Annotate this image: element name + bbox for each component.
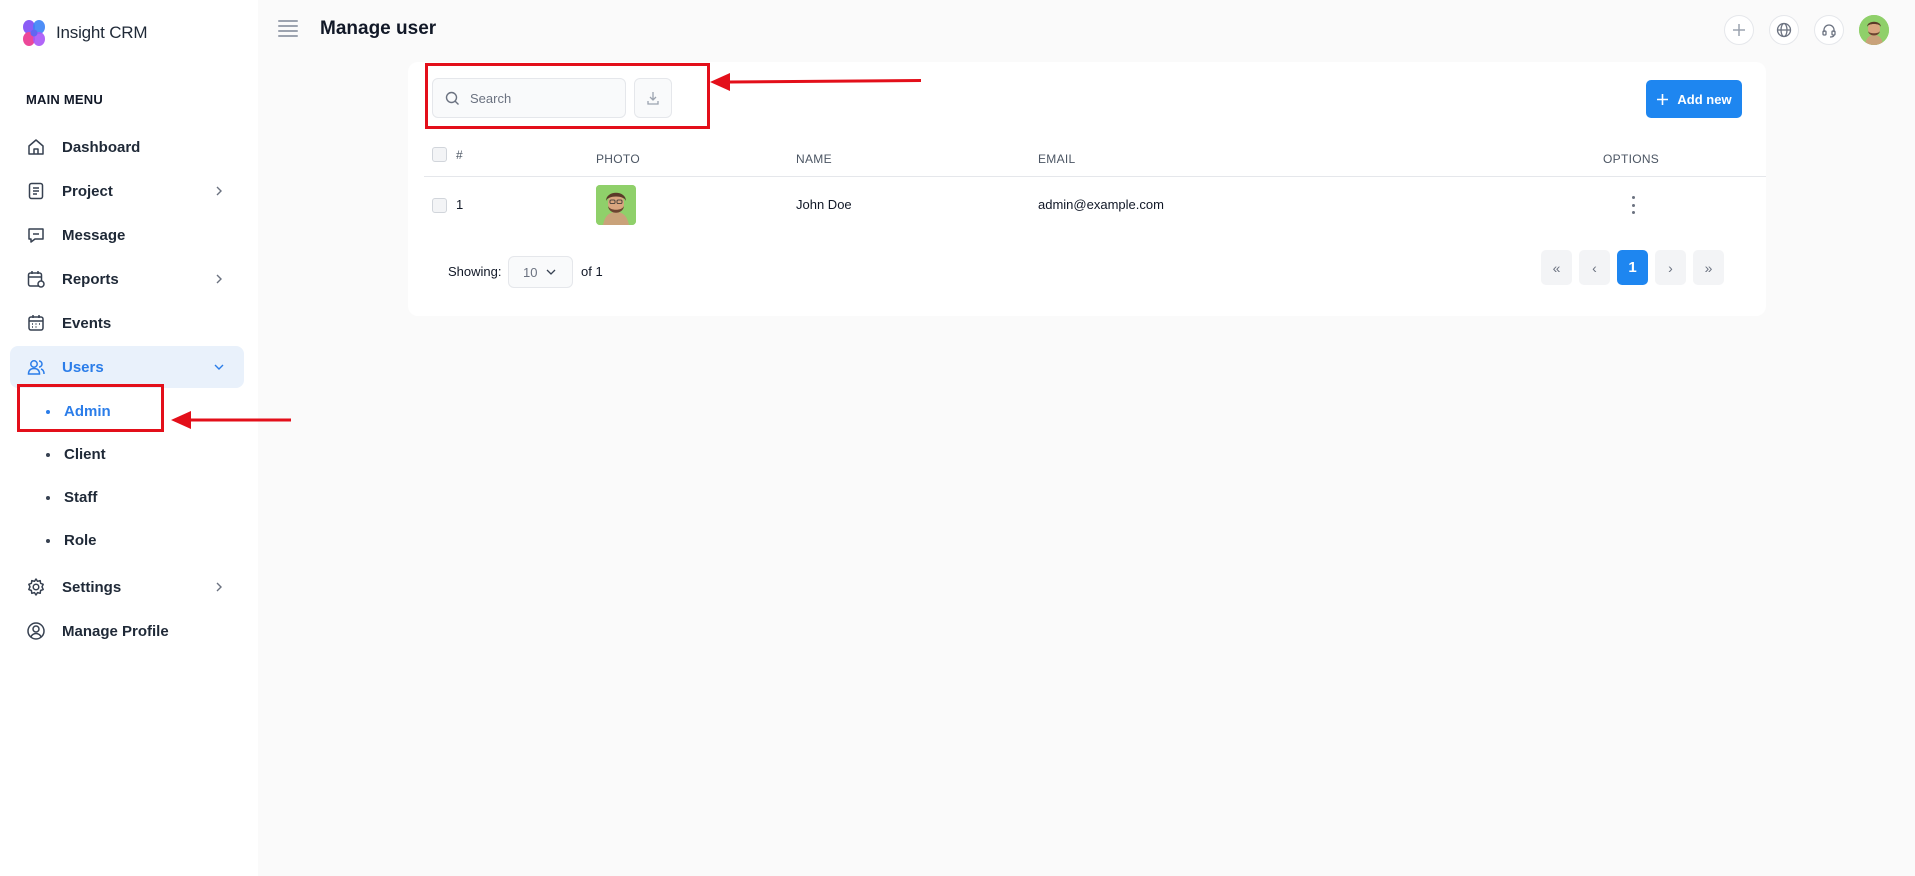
submenu-item-label: Client xyxy=(64,446,106,463)
annotation-highlight-admin xyxy=(17,384,164,432)
add-new-label: Add new xyxy=(1677,91,1732,107)
current-page-button[interactable]: 1 xyxy=(1617,250,1648,285)
page-size-select[interactable]: 10 xyxy=(508,256,573,288)
headset-icon[interactable] xyxy=(1814,15,1844,45)
sidebar-item-label: Project xyxy=(62,182,113,200)
row-checkbox[interactable] xyxy=(432,198,447,213)
annotation-arrow-admin xyxy=(171,411,291,429)
row-index: 1 xyxy=(456,197,464,212)
column-header-name: NAME xyxy=(796,152,832,166)
bullet-icon xyxy=(46,452,50,457)
chat-icon xyxy=(26,225,46,245)
sidebar-item-label: Manage Profile xyxy=(62,622,169,640)
page-title: Manage user xyxy=(320,18,437,39)
avatar[interactable] xyxy=(1859,15,1889,45)
bullet-icon xyxy=(46,495,50,500)
sidebar-item-events[interactable]: Events xyxy=(10,302,244,344)
column-header-photo: PHOTO xyxy=(596,152,640,166)
user-circle-icon xyxy=(26,621,46,641)
home-icon xyxy=(26,137,46,157)
first-page-button[interactable]: « xyxy=(1541,250,1572,285)
app-name: Insight CRM xyxy=(56,23,148,42)
sidebar-item-settings[interactable]: Settings xyxy=(10,566,244,608)
sidebar-item-users[interactable]: Users xyxy=(10,346,244,388)
gear-icon xyxy=(26,577,46,597)
annotation-arrow-search xyxy=(710,73,922,91)
submenu-item-role[interactable]: Role xyxy=(46,519,244,562)
sidebar-item-manage-profile[interactable]: Manage Profile xyxy=(10,610,244,652)
plus-icon xyxy=(1657,93,1669,105)
chevron-down-icon xyxy=(547,269,556,275)
pagination: « ‹ 1 › » xyxy=(1541,250,1724,285)
calendar-icon xyxy=(26,313,46,333)
sidebar-item-label: Reports xyxy=(62,270,119,288)
sidebar-item-label: Message xyxy=(62,226,126,244)
chevron-right-icon xyxy=(216,186,222,196)
chevron-down-icon xyxy=(214,364,224,370)
column-header-options: OPTIONS xyxy=(1603,152,1660,166)
sidebar-item-project[interactable]: Project xyxy=(10,170,244,212)
document-icon xyxy=(26,181,46,201)
prev-page-button[interactable]: ‹ xyxy=(1579,250,1610,285)
sidebar-item-dashboard[interactable]: Dashboard xyxy=(10,126,244,168)
globe-icon[interactable] xyxy=(1769,15,1799,45)
column-header-index: # xyxy=(456,148,463,162)
bullet-icon xyxy=(46,538,50,543)
sidebar-item-message[interactable]: Message xyxy=(10,214,244,256)
annotation-highlight-search xyxy=(425,63,710,129)
sidebar-item-reports[interactable]: Reports xyxy=(10,258,244,300)
sidebar-item-label: Settings xyxy=(62,578,122,596)
select-all-checkbox[interactable] xyxy=(432,147,447,162)
menu-toggle-icon[interactable] xyxy=(278,20,298,38)
page-total: of 1 xyxy=(581,264,603,279)
sidebar-item-label: Events xyxy=(62,314,112,332)
sidebar-item-label: Dashboard xyxy=(62,138,141,156)
row-name: John Doe xyxy=(796,197,852,212)
logo-icon xyxy=(20,18,48,48)
users-icon xyxy=(26,357,46,377)
submenu-item-staff[interactable]: Staff xyxy=(46,476,244,519)
last-page-button[interactable]: » xyxy=(1693,250,1724,285)
submenu-item-client[interactable]: Client xyxy=(46,433,244,476)
next-page-button[interactable]: › xyxy=(1655,250,1686,285)
calendar-chart-icon xyxy=(26,269,46,289)
plus-icon[interactable] xyxy=(1724,15,1754,45)
submenu-item-label: Role xyxy=(64,532,97,549)
column-header-email: EMAIL xyxy=(1038,152,1076,166)
submenu-item-label: Staff xyxy=(64,489,98,506)
add-new-button[interactable]: Add new xyxy=(1646,80,1742,118)
header-divider xyxy=(424,176,1766,177)
topbar-actions xyxy=(1724,15,1889,45)
showing-label: Showing: xyxy=(448,264,502,279)
page-size-value: 10 xyxy=(523,264,538,280)
user-photo xyxy=(596,185,636,225)
sidebar-item-label: Users xyxy=(62,358,104,376)
app-logo[interactable]: Insight CRM xyxy=(20,18,148,48)
row-email: admin@example.com xyxy=(1038,197,1164,212)
main-menu-heading: MAIN MENU xyxy=(26,92,103,107)
chevron-right-icon xyxy=(216,582,222,592)
chevron-right-icon xyxy=(216,274,222,284)
sidebar: Insight CRM MAIN MENU Dashboard Project … xyxy=(0,0,258,876)
more-options-icon[interactable] xyxy=(1626,196,1640,214)
